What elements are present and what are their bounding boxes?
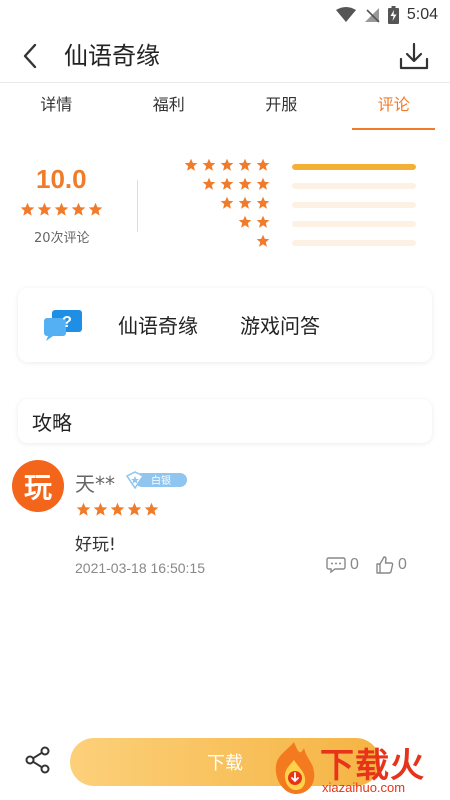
rating-bar-fill bbox=[292, 164, 416, 170]
app-bar: 仙语奇缘 bbox=[0, 30, 450, 82]
watermark-logo: 下载火 xiazaihuo.com bbox=[264, 738, 450, 800]
tab-comments[interactable]: 评论 bbox=[338, 83, 450, 131]
star-icon bbox=[256, 177, 270, 190]
rating-distribution-bars bbox=[292, 164, 416, 259]
rating-bar-5 bbox=[292, 164, 416, 170]
star-icon bbox=[256, 234, 270, 247]
thumbs-up-icon bbox=[376, 556, 394, 574]
summary-divider bbox=[137, 180, 138, 232]
star-row-3 bbox=[160, 196, 270, 215]
review-count: 20次评论 bbox=[34, 231, 90, 246]
star-row-2 bbox=[160, 215, 270, 234]
star-icon bbox=[110, 502, 125, 516]
star-icon bbox=[256, 215, 270, 228]
avatar-text: 玩 bbox=[23, 471, 52, 504]
star-icon bbox=[71, 202, 86, 216]
signal-off-icon bbox=[364, 8, 380, 23]
wifi-icon bbox=[335, 7, 356, 22]
star-icon bbox=[238, 196, 252, 209]
star-icon bbox=[238, 177, 252, 190]
star-icon bbox=[37, 202, 52, 216]
download-icon bbox=[399, 42, 429, 70]
star-icon bbox=[127, 502, 142, 516]
download-top-button[interactable] bbox=[396, 38, 432, 74]
watermark-url: xiazaihuo.com bbox=[322, 780, 406, 795]
svg-text:?: ? bbox=[62, 314, 72, 331]
rating-bar-3 bbox=[292, 202, 416, 208]
star-icon bbox=[54, 202, 69, 216]
qa-label: 游戏问答 bbox=[240, 314, 320, 338]
star-row-4 bbox=[160, 177, 270, 196]
page-title: 仙语奇缘 bbox=[64, 42, 160, 70]
tab-server[interactable]: 开服 bbox=[225, 83, 338, 131]
like-count: 0 bbox=[398, 556, 407, 573]
comment-username: 天** bbox=[75, 472, 115, 496]
star-icon bbox=[238, 215, 252, 228]
back-button[interactable] bbox=[14, 40, 46, 72]
level-badge-label: 白银 bbox=[151, 474, 171, 487]
status-time: 5:04 bbox=[406, 6, 438, 23]
tab-welfare[interactable]: 福利 bbox=[113, 83, 226, 131]
rating-score: 10.0 bbox=[36, 164, 87, 194]
star-icon bbox=[256, 196, 270, 209]
flame-logo-icon bbox=[275, 742, 315, 794]
star-icon bbox=[256, 158, 270, 171]
game-qa-card[interactable]: ? 仙语奇缘 游戏问答 bbox=[18, 288, 432, 362]
star-icon bbox=[184, 158, 198, 171]
star-icon bbox=[220, 196, 234, 209]
star-icon bbox=[76, 502, 91, 516]
star-icon bbox=[144, 502, 159, 516]
share-icon bbox=[25, 746, 50, 774]
rating-summary: 10.0 20次评论 bbox=[0, 150, 450, 260]
star-icon bbox=[238, 158, 252, 171]
rating-bar-2 bbox=[292, 221, 416, 227]
chevron-left-icon bbox=[23, 43, 37, 69]
comment-stars bbox=[76, 502, 159, 517]
status-bar: 5:04 bbox=[0, 0, 450, 30]
comment-time: 2021-03-18 16:50:15 bbox=[75, 560, 205, 576]
star-distribution-labels bbox=[160, 158, 270, 253]
question-chat-icon: ? bbox=[44, 310, 82, 341]
battery-charging-icon bbox=[387, 6, 399, 24]
rating-bar-1 bbox=[292, 240, 416, 246]
star-row-5 bbox=[160, 158, 270, 177]
tab-details[interactable]: 详情 bbox=[0, 83, 113, 131]
star-icon bbox=[93, 502, 108, 516]
rating-stars bbox=[20, 202, 103, 217]
share-button[interactable] bbox=[22, 744, 54, 776]
avatar[interactable]: 玩 bbox=[12, 460, 64, 512]
reply-count: 0 bbox=[350, 556, 359, 573]
status-icons: 5:04 bbox=[335, 4, 438, 26]
comment-item: 玩 天** 白银 好玩! 2021-03-18 16:50:15 0 0 bbox=[0, 458, 450, 588]
star-row-1 bbox=[160, 234, 270, 253]
rating-bar-4 bbox=[292, 183, 416, 189]
level-badge: 白银 bbox=[125, 471, 187, 489]
star-icon bbox=[20, 202, 35, 216]
star-icon bbox=[88, 202, 103, 216]
tab-bar: 详情 福利 开服 评论 bbox=[0, 83, 450, 131]
guide-card[interactable]: 攻略 bbox=[18, 399, 432, 443]
like-button[interactable]: 0 bbox=[376, 556, 407, 574]
reply-button[interactable]: 0 bbox=[326, 556, 359, 574]
download-label: 下载 bbox=[207, 753, 243, 774]
star-icon bbox=[220, 177, 234, 190]
comment-bubble-icon bbox=[326, 557, 346, 574]
qa-game-name: 仙语奇缘 bbox=[118, 314, 198, 338]
star-icon bbox=[202, 158, 216, 171]
comment-text: 好玩! bbox=[75, 535, 116, 555]
guide-title: 攻略 bbox=[32, 411, 72, 435]
star-icon bbox=[220, 158, 234, 171]
star-icon bbox=[202, 177, 216, 190]
